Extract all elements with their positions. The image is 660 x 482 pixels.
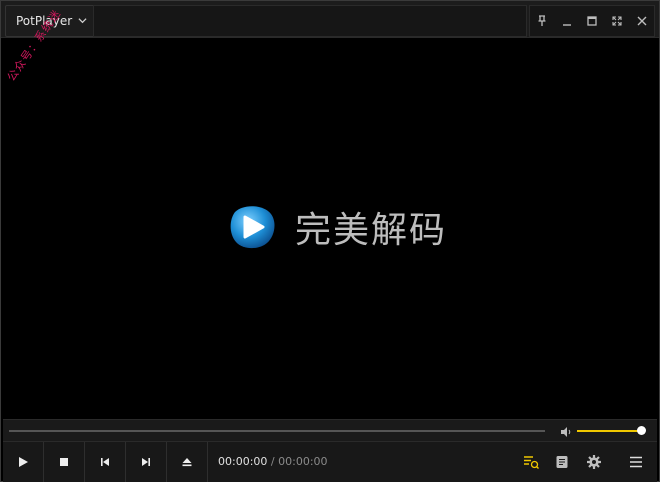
play-icon — [17, 453, 29, 472]
minimize-icon[interactable] — [557, 11, 577, 31]
window-controls — [529, 5, 655, 37]
seek-slider[interactable] — [9, 430, 545, 432]
chevron-down-icon — [78, 14, 87, 28]
play-button[interactable] — [3, 442, 44, 482]
title-bar: PotPlayer — [1, 1, 659, 38]
play-logo-icon — [227, 202, 277, 252]
control-bar: 00:00:00 / 00:00:00 — [3, 441, 657, 482]
chapters-icon[interactable] — [552, 452, 572, 472]
close-icon[interactable] — [632, 11, 652, 31]
pin-icon[interactable] — [532, 11, 552, 31]
splash-text: 完美解码 — [295, 210, 448, 251]
time-display: 00:00:00 / 00:00:00 — [218, 455, 328, 468]
eject-button[interactable] — [167, 442, 208, 482]
eject-icon — [181, 453, 193, 472]
menu-icon[interactable] — [626, 452, 646, 472]
splash-logo: 完美解码 — [227, 201, 447, 253]
maximize-icon[interactable] — [582, 11, 602, 31]
current-time: 00:00:00 — [218, 455, 268, 468]
playlist-icon[interactable] — [521, 452, 541, 472]
time-separator: / — [270, 455, 275, 468]
player-window: PotPlayer 公众号：系统迷 完美解码 00:00:00 / 00:00:… — [0, 0, 660, 482]
previous-icon — [99, 453, 111, 472]
volume-slider[interactable] — [577, 430, 641, 432]
volume-icon[interactable] — [559, 424, 573, 438]
duration: 00:00:00 — [278, 455, 328, 468]
settings-icon[interactable] — [584, 452, 604, 472]
fullscreen-icon[interactable] — [607, 11, 627, 31]
next-button[interactable] — [126, 442, 167, 482]
next-icon — [140, 453, 152, 472]
previous-button[interactable] — [85, 442, 126, 482]
stop-button[interactable] — [44, 442, 85, 482]
volume-knob[interactable] — [637, 426, 646, 435]
stop-icon — [58, 453, 70, 472]
title-drag-area[interactable] — [93, 5, 527, 37]
seek-area — [3, 419, 657, 442]
